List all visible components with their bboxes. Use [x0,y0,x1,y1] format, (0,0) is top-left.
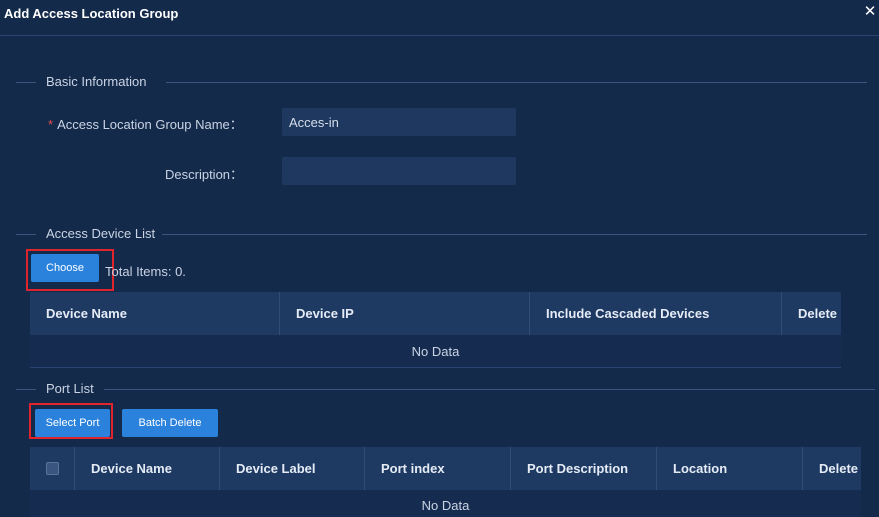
column-delete: Delete [819,461,859,476]
dialog-title: Add Access Location Group [4,6,179,21]
table-empty-row: No Data [30,335,841,368]
section-divider [162,234,867,235]
column-device-name: Device Name [75,447,220,490]
table-header: Device Name Device Label Port index Port… [30,447,861,490]
label-colon: ： [229,117,243,132]
column-port-description: Port Description [511,447,657,490]
total-items: Total Items: 0. [105,264,186,279]
column-device-name: Device Name [30,292,280,335]
dialog-titlebar: Add Access Location Group ✕ [0,0,879,36]
column-port-index: Port index [365,447,511,490]
device-table: Device Name Device IP Include Cascaded D… [30,292,841,368]
section-divider [104,389,875,390]
group-name-label: * Access Location Group Name： [48,114,243,133]
group-name-input[interactable] [282,108,516,136]
section-title: Port List [46,381,94,396]
select-port-button[interactable]: Select Port [35,409,110,437]
section-divider [16,82,36,83]
section-access-device-list: Access Device List [16,226,867,242]
label-colon: ： [230,167,244,182]
batch-delete-button[interactable]: Batch Delete [122,409,218,437]
description-label-text: Description [165,167,231,182]
description-label: Description： [165,164,243,183]
section-title: Access Device List [46,226,156,241]
close-icon[interactable]: ✕ [863,3,877,21]
column-device-label: Device Label [220,447,365,490]
description-input[interactable] [282,157,516,185]
section-title: Basic Information [46,74,147,89]
required-mark: * [48,117,54,132]
column-select [30,447,75,490]
table-header: Device Name Device IP Include Cascaded D… [30,292,841,335]
table-empty-row: No Data [30,490,861,517]
section-basic-information: Basic Information [16,74,867,90]
choose-button[interactable]: Choose [31,254,99,282]
select-all-checkbox[interactable] [46,462,59,475]
column-location: Location [657,447,803,490]
column-device-ip: Device IP [280,292,530,335]
section-port-list: Port List [16,381,875,397]
port-table: Device Name Device Label Port index Port… [30,447,861,517]
column-include-cascaded: Include Cascaded Devices [530,292,782,335]
section-divider [166,82,867,83]
group-name-label-text: Access Location Group Name [57,117,230,132]
section-divider [16,389,36,390]
column-delete: Delete [798,306,838,321]
section-divider [16,234,36,235]
